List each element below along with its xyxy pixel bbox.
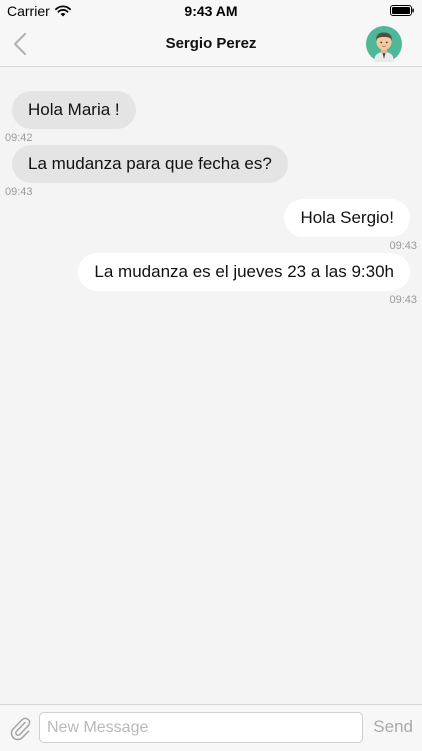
message-bubble-outgoing: La mudanza es el jueves 23 a las 9:30h	[78, 253, 410, 291]
message-timestamp: 09:43	[389, 294, 417, 306]
user-avatar[interactable]	[366, 26, 402, 62]
status-bar: Carrier 9:43 AM	[0, 0, 422, 22]
status-time: 9:43 AM	[184, 3, 238, 19]
message-bubble-incoming: La mudanza para que fecha es?	[12, 145, 288, 183]
message-list: Hola Maria ! 09:42 La mudanza para que f…	[0, 67, 422, 704]
message-bubble-outgoing: Hola Sergio!	[284, 199, 410, 237]
send-button[interactable]: Send	[373, 717, 413, 737]
conversation-title: Sergio Perez	[165, 35, 257, 52]
message-timestamp: 09:43	[389, 240, 417, 252]
message-timestamp: 09:42	[5, 132, 33, 144]
message-bubble-incoming: Hola Maria !	[12, 91, 136, 129]
message-composer: Send	[0, 704, 422, 751]
message-input[interactable]	[39, 712, 363, 743]
paperclip-icon[interactable]	[8, 715, 32, 741]
message-timestamp: 09:43	[5, 186, 33, 198]
navigation-bar: Sergio Perez	[0, 22, 422, 67]
battery-icon	[390, 5, 414, 16]
